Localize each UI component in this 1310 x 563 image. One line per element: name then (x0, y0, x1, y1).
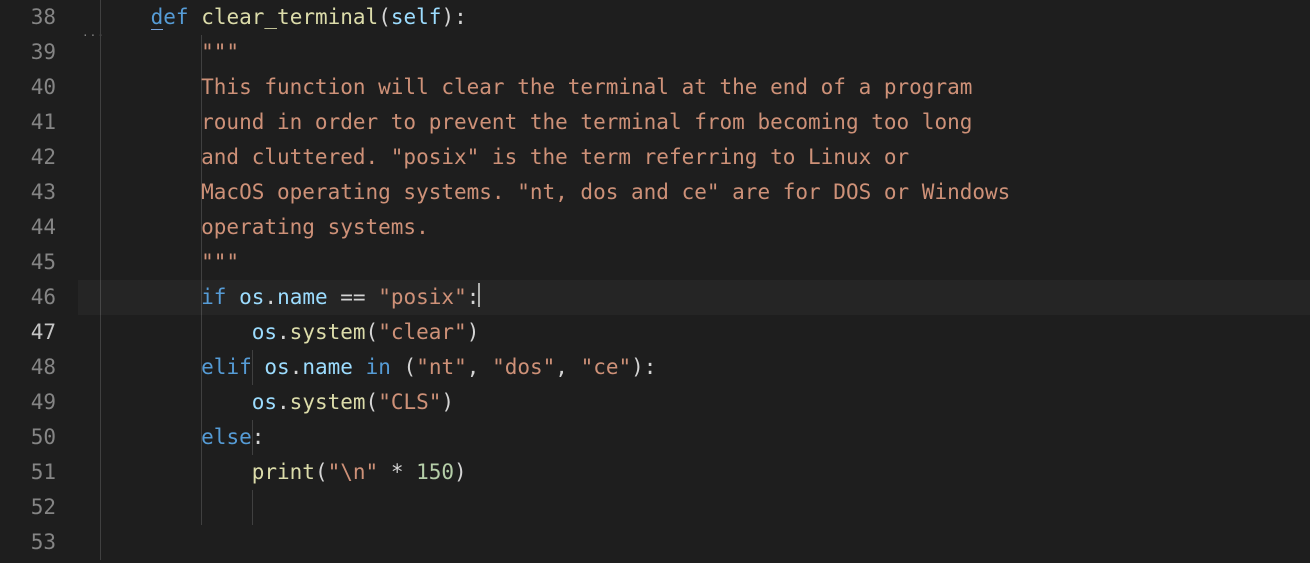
keyword-elif: elif (201, 355, 252, 379)
code-line[interactable]: round in order to prevent the terminal f… (78, 105, 1310, 140)
code-lines: def clear_terminal(self): """ This funct… (78, 0, 1310, 525)
docstring-delim: """ (100, 40, 239, 64)
string-posix: "posix" (378, 285, 467, 309)
paren-open: ( (378, 5, 391, 29)
comma: , (467, 355, 492, 379)
paren-close-colon: ): (631, 355, 656, 379)
comma: , (555, 355, 580, 379)
param-self: self (391, 5, 442, 29)
line-number: 52 (0, 490, 56, 525)
code-line[interactable]: else: (78, 420, 1310, 455)
paren-open: ( (366, 390, 379, 414)
ident-os: os (264, 355, 289, 379)
line-number: 46 (0, 280, 56, 315)
number-150: 150 (416, 460, 454, 484)
string-clear: "clear" (378, 320, 467, 344)
line-number: 51 (0, 455, 56, 490)
ident-print: print (252, 460, 315, 484)
line-number: 41 (0, 105, 56, 140)
string-nt: "nt" (416, 355, 467, 379)
op-eq: == (328, 285, 379, 309)
paren-close: ) (441, 390, 454, 414)
line-number: 50 (0, 420, 56, 455)
docstring-delim: """ (100, 250, 239, 274)
docstring-text: round in order to prevent the terminal f… (100, 110, 972, 134)
paren-close: ) (454, 460, 467, 484)
line-number: 49 (0, 385, 56, 420)
text-cursor (478, 283, 480, 307)
paren-close: ) (467, 320, 480, 344)
code-line[interactable] (78, 490, 1310, 525)
paren-open: ( (315, 460, 328, 484)
ident-name: name (277, 285, 328, 309)
op-mul: * (378, 460, 416, 484)
line-number: 38 (0, 0, 56, 35)
paren-open: ( (404, 355, 417, 379)
code-line[interactable]: """ (78, 35, 1310, 70)
code-line[interactable]: def clear_terminal(self): (78, 0, 1310, 35)
keyword-else: else (201, 425, 252, 449)
code-line[interactable]: and cluttered. "posix" is the term refer… (78, 140, 1310, 175)
paren-open: ( (366, 320, 379, 344)
dot: . (264, 285, 277, 309)
ident-os: os (252, 320, 277, 344)
line-number: 53 (0, 525, 56, 560)
docstring-text: and cluttered. "posix" is the term refer… (100, 145, 909, 169)
ident-system: system (290, 320, 366, 344)
ident-os: os (239, 285, 264, 309)
function-name: clear_terminal (201, 5, 378, 29)
dot: . (290, 355, 303, 379)
line-number: 45 (0, 245, 56, 280)
line-number: 40 (0, 70, 56, 105)
string-ce: "ce" (581, 355, 632, 379)
line-number: 48 (0, 350, 56, 385)
colon: : (252, 425, 265, 449)
dot: . (277, 320, 290, 344)
docstring-text: This function will clear the terminal at… (100, 75, 972, 99)
docstring-text: MacOS operating systems. "nt, dos and ce… (100, 180, 1010, 204)
ident-name: name (302, 355, 353, 379)
dot: . (277, 390, 290, 414)
string-newline: "\n" (328, 460, 379, 484)
line-number: 39 (0, 35, 56, 70)
paren-close-colon: ): (441, 5, 466, 29)
code-line-active[interactable]: if os.name == "posix": (78, 280, 1310, 315)
line-number: 44 (0, 210, 56, 245)
keyword-if: if (201, 285, 226, 309)
code-line[interactable]: os.system("CLS") (78, 385, 1310, 420)
code-line[interactable]: print("\n" * 150) (78, 455, 1310, 490)
keyword-in: in (366, 355, 391, 379)
docstring-text: operating systems. (100, 215, 429, 239)
line-number-active: 47 (0, 315, 56, 350)
ident-os: os (252, 390, 277, 414)
code-content-area[interactable]: ··· def clear_terminal(self): """ This f… (78, 0, 1310, 563)
code-line[interactable]: os.system("clear") (78, 315, 1310, 350)
code-editor: 38 39 40 41 42 43 44 45 46 47 48 49 50 5… (0, 0, 1310, 563)
string-dos: "dos" (492, 355, 555, 379)
string-cls: "CLS" (378, 390, 441, 414)
line-number: 43 (0, 175, 56, 210)
code-line[interactable]: """ (78, 245, 1310, 280)
code-line[interactable]: operating systems. (78, 210, 1310, 245)
line-number: 42 (0, 140, 56, 175)
code-line[interactable]: elif os.name in ("nt", "dos", "ce"): (78, 350, 1310, 385)
code-line[interactable]: MacOS operating systems. "nt, dos and ce… (78, 175, 1310, 210)
ident-system: system (290, 390, 366, 414)
keyword-def: def (151, 5, 189, 30)
code-line[interactable]: This function will clear the terminal at… (78, 70, 1310, 105)
line-number-gutter: 38 39 40 41 42 43 44 45 46 47 48 49 50 5… (0, 0, 78, 563)
